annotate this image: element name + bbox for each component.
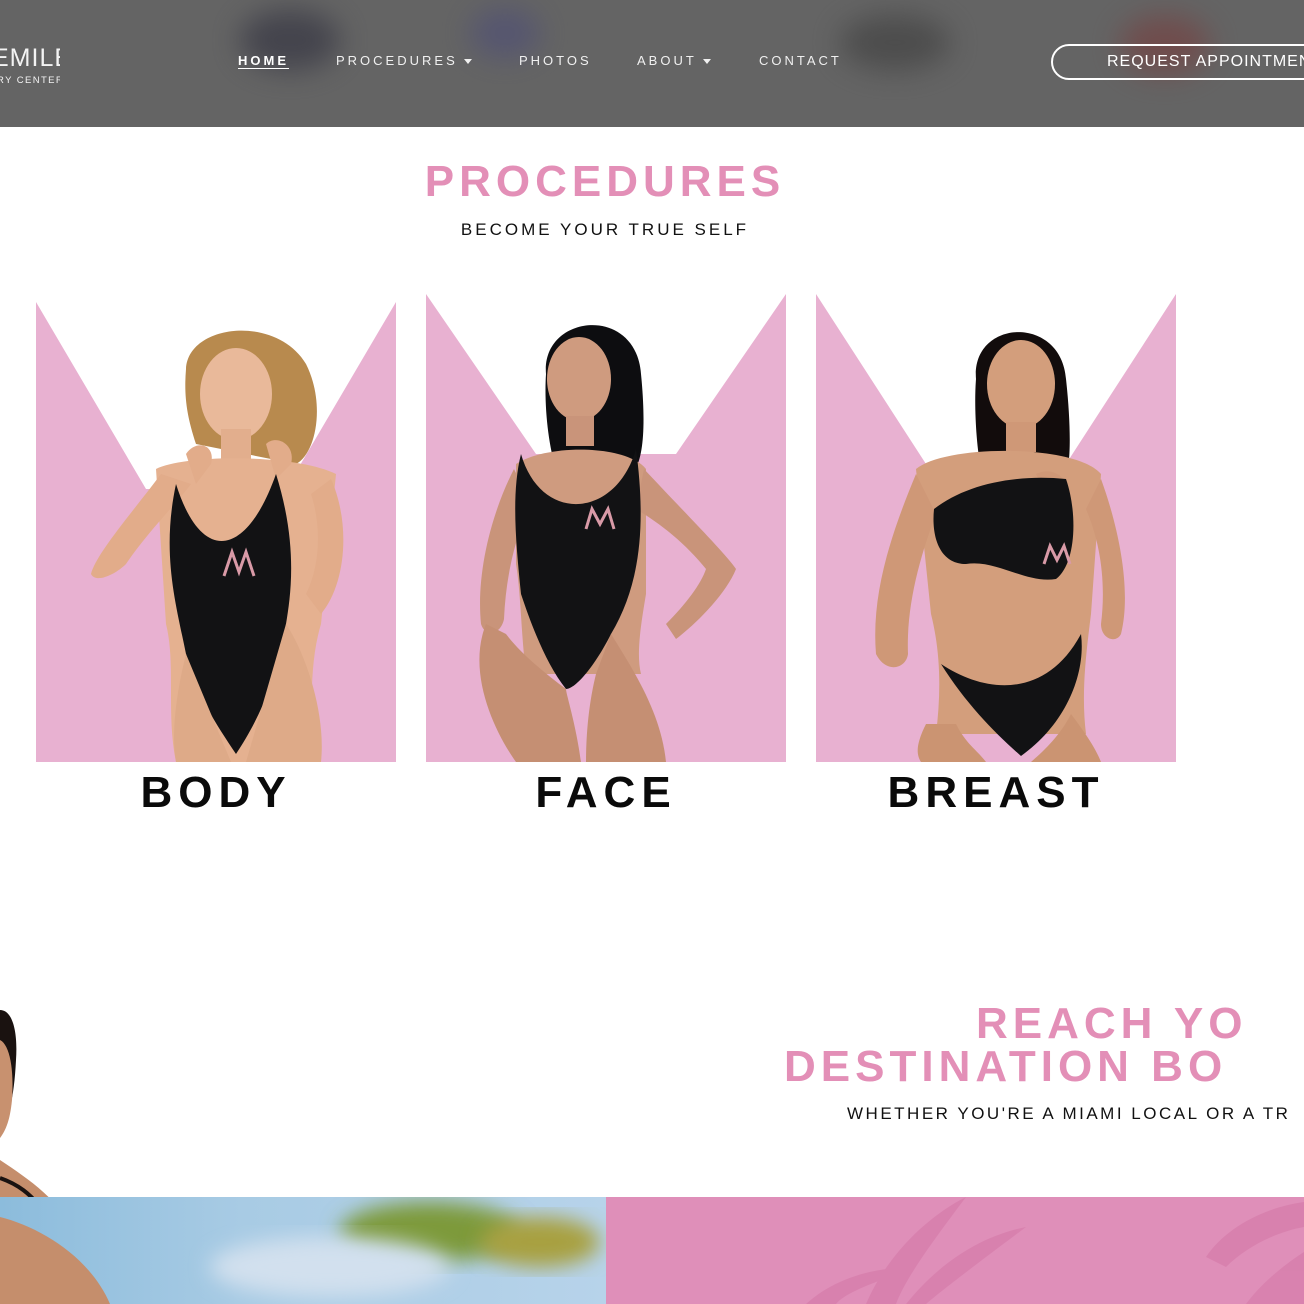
nav-procedures-label: PROCEDURES (336, 53, 458, 68)
procedure-card-face[interactable] (426, 294, 786, 762)
reach-subtitle: WHETHER YOU'RE A MIAMI LOCAL OR A TR (847, 1104, 1291, 1123)
reach-title-line2: DESTINATION BO (784, 1042, 1228, 1089)
nav-photos[interactable]: PHOTOS (519, 53, 592, 68)
procedures-title: PROCEDURES (424, 157, 786, 206)
beach-scene (0, 1202, 600, 1304)
caret-down-icon (702, 59, 711, 65)
nav-about-label: ABOUT (637, 53, 697, 68)
body-model-photo (36, 294, 396, 762)
nav-home-label: HOME (238, 53, 289, 68)
nav-about[interactable]: ABOUT (637, 53, 711, 68)
header-background-blur (840, 15, 950, 70)
reach-title-line1: REACH YO (976, 1002, 1248, 1048)
card-label-breast[interactable]: BREAST (816, 768, 1176, 818)
nav-contact-label: CONTACT (759, 53, 842, 68)
nav-contact[interactable]: CONTACT (759, 53, 842, 68)
request-appointment-button[interactable]: REQUEST APPOINTMENT (1051, 44, 1304, 80)
caret-down-icon (463, 59, 472, 65)
breast-model-photo (816, 294, 1176, 762)
face-model-photo (426, 294, 786, 762)
site-logo[interactable]: EMILE RY CENTER (0, 44, 60, 92)
pink-banner (606, 1197, 1304, 1304)
palm-leaves-pattern (806, 1197, 1304, 1304)
card-label-body[interactable]: BODY (36, 768, 396, 818)
reach-title: REACH YO DESTINATION BO (784, 1002, 1304, 1088)
nav-procedures[interactable]: PROCEDURES (336, 53, 472, 68)
procedures-subtitle: BECOME YOUR TRUE SELF (460, 220, 750, 239)
procedure-card-body[interactable] (36, 294, 396, 762)
logo-wordmark: EMILE (0, 44, 60, 72)
card-label-face[interactable]: FACE (426, 768, 786, 818)
procedure-card-breast[interactable] (816, 294, 1176, 762)
nav-photos-label: PHOTOS (519, 53, 592, 68)
logo-tagline: RY CENTER (0, 75, 60, 86)
header-background-blur (470, 8, 540, 58)
beach-banner-image (0, 1197, 606, 1304)
site-header: EMILE RY CENTER HOME PROCEDURES PHOTOS A… (0, 0, 1304, 127)
nav-home[interactable]: HOME (238, 53, 289, 68)
